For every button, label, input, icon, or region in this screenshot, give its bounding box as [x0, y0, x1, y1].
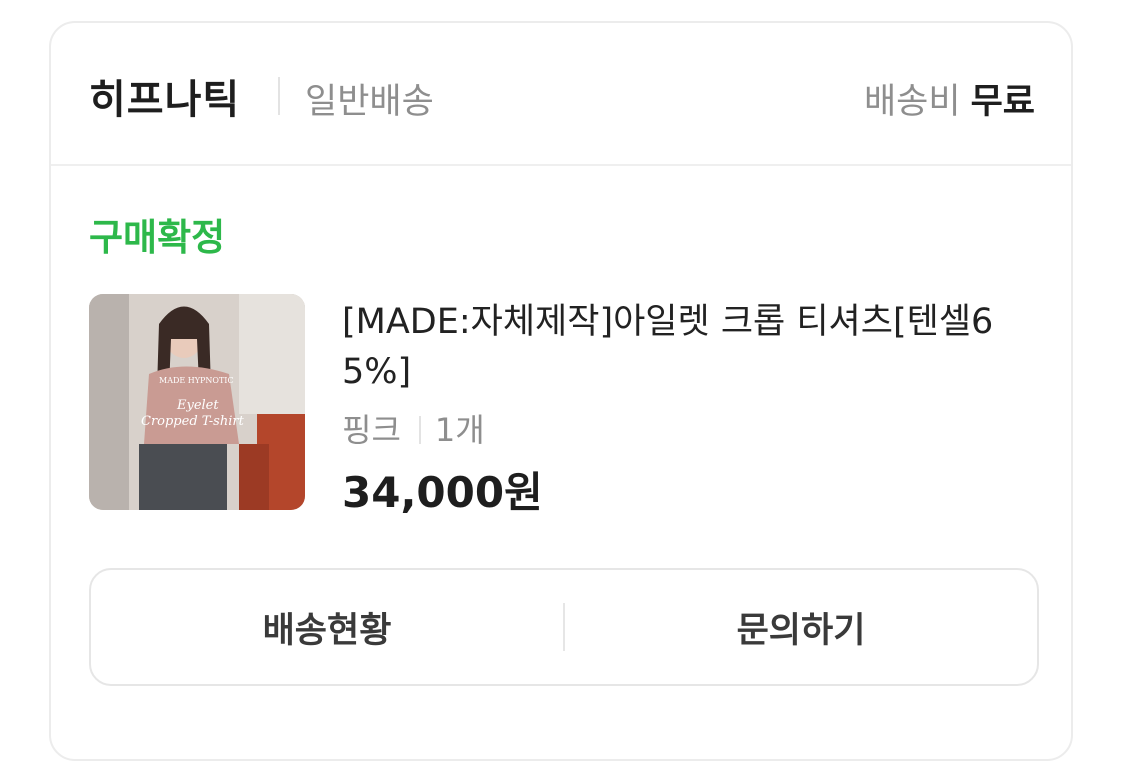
shipping-fee-label: 배송비	[863, 82, 961, 122]
product-title[interactable]: [MADE:자체제작]아일렛 크롭 티셔츠[텐셀65%]	[342, 297, 1042, 397]
shipping-type: 일반배송	[305, 82, 434, 122]
delivery-status-button[interactable]: 배송현황	[91, 570, 563, 684]
shipping-fee-value: 무료	[970, 82, 1035, 122]
action-buttons: 배송현황 문의하기	[89, 568, 1039, 686]
thumb-brand-text: MADE HYPNOTIC	[159, 376, 234, 385]
product-option: 핑크	[342, 411, 401, 449]
header-divider	[278, 77, 280, 115]
product-price: 34,000원	[342, 468, 543, 517]
thumb-cropped-text: Cropped T-shirt	[141, 414, 244, 429]
inquiry-button[interactable]: 문의하기	[565, 570, 1037, 684]
product-quantity: 1개	[434, 411, 485, 449]
store-header: 히프나틱 일반배송 배송비 무료	[51, 23, 1071, 166]
store-name[interactable]: 히프나틱	[89, 67, 240, 125]
order-card: 히프나틱 일반배송 배송비 무료 구매확정 MADE HYPNOTIC Eyele…	[49, 21, 1073, 761]
shipping-fee: 배송비 무료	[864, 73, 1035, 124]
product-thumbnail[interactable]: MADE HYPNOTIC Eyelet Cropped T-shirt	[89, 294, 305, 510]
thumb-eyelet-text: Eyelet	[177, 398, 219, 413]
order-status: 구매확정	[89, 216, 226, 259]
product-option-row: 핑크 1개	[342, 405, 485, 451]
option-divider	[418, 416, 421, 444]
